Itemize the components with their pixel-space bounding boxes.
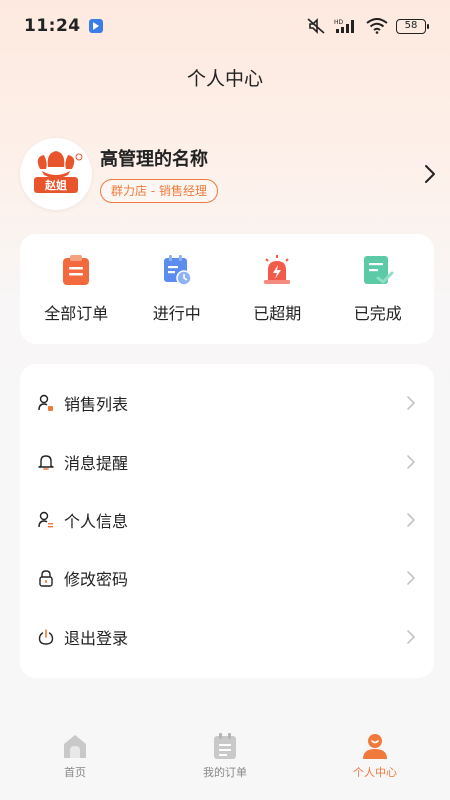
svg-text:HD: HD [334, 19, 344, 26]
menu-item-profile-info[interactable]: 个人信息 [20, 491, 434, 549]
order-item-label: 已完成 [353, 304, 402, 323]
mute-icon [307, 18, 325, 34]
battery-icon: 58 [396, 18, 429, 34]
tab-label: 个人中心 [353, 766, 397, 779]
svg-text:赵姐: 赵姐 [44, 178, 67, 192]
status-indicators: HD 58 [306, 18, 429, 34]
chevron-right-icon [407, 571, 416, 586]
profile-info: 高管理的名称 群力店 - 销售经理 [100, 145, 218, 203]
chevron-right-icon [407, 454, 416, 469]
user-list-icon [38, 511, 53, 528]
menu-item-logout[interactable]: 退出登录 [20, 608, 434, 666]
screen: 11:24 HD 58 个人中心 赵姐 高管理的名称 群力店 - 销售经理 全部… [0, 0, 450, 800]
menu-item-label: 修改密码 [64, 570, 129, 590]
bottom-tab-bar: 首页 我的订单 个人中心 [0, 724, 450, 800]
person-icon [363, 734, 387, 759]
menu-item-label: 个人信息 [64, 511, 129, 531]
clipboard-icon [63, 255, 90, 285]
tab-label: 首页 [64, 766, 86, 779]
bell-icon [38, 454, 54, 470]
order-item-label: 全部订单 [44, 304, 109, 323]
tab-home[interactable]: 首页 [20, 732, 130, 780]
menu-item-label: 消息提醒 [64, 453, 129, 473]
order-item-in-progress[interactable]: 进行中 [132, 254, 222, 324]
chevron-right-icon[interactable] [424, 164, 436, 184]
profile-name: 高管理的名称 [100, 149, 208, 170]
menu-item-notifications[interactable]: 消息提醒 [20, 432, 434, 490]
menu-item-label: 退出登录 [64, 628, 129, 648]
order-item-overdue[interactable]: 已超期 [232, 254, 322, 324]
menu-item-sales-list[interactable]: 销售列表 [20, 374, 434, 432]
chevron-right-icon [407, 396, 416, 410]
order-item-completed[interactable]: 已完成 [333, 254, 423, 324]
settings-menu: 销售列表 消息提醒 个人信息 修改密码 退出登录 [20, 364, 434, 678]
store-role-badge: 群力店 - 销售经理 [100, 179, 218, 203]
chevron-right-icon [407, 629, 416, 644]
home-icon [64, 735, 86, 758]
chevron-right-icon [407, 513, 416, 527]
tab-personal-center[interactable]: 个人中心 [320, 732, 430, 780]
brand-logo-icon: 赵姐 [34, 151, 83, 193]
order-item-label: 进行中 [152, 304, 201, 323]
power-icon [38, 628, 54, 645]
menu-item-change-password[interactable]: 修改密码 [20, 549, 434, 607]
tab-label: 我的订单 [203, 766, 247, 779]
menu-item-label: 销售列表 [64, 395, 129, 415]
avatar: 赵姐 [20, 138, 92, 210]
alarm-icon [264, 255, 291, 284]
lock-icon [39, 570, 53, 588]
order-item-all[interactable]: 全部订单 [31, 254, 121, 324]
page-title: 个人中心 [186, 68, 263, 90]
status-bar: 11:24 HD 58 [0, 0, 450, 52]
calendar-clock-icon [163, 255, 192, 286]
profile-header[interactable]: 赵姐 高管理的名称 群力店 - 销售经理 [20, 138, 440, 210]
wifi-icon [366, 18, 388, 34]
check-document-icon [363, 256, 394, 284]
signal-icon: HD [334, 19, 354, 33]
order-status-card: 全部订单 进行中 已超期 已完成 [20, 234, 434, 344]
app-notification-icon [88, 19, 103, 33]
tab-my-orders[interactable]: 我的订单 [170, 732, 280, 780]
user-lock-icon [38, 394, 53, 412]
order-item-label: 已超期 [253, 304, 302, 323]
order-list-icon [214, 733, 236, 759]
status-time: 11:24 [24, 16, 81, 36]
